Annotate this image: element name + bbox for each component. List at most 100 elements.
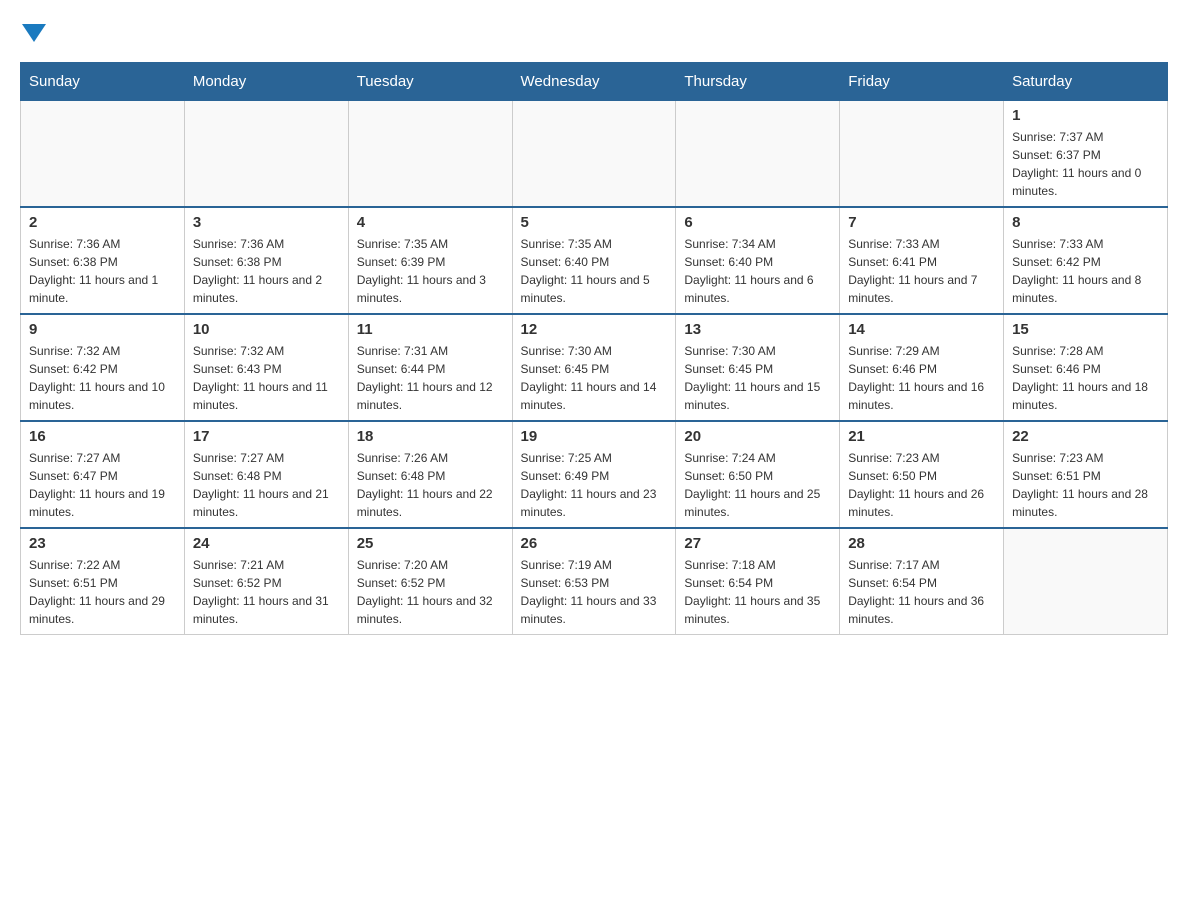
calendar-week-row: 16 Sunrise: 7:27 AMSunset: 6:47 PMDayligh… xyxy=(21,421,1168,528)
calendar-cell: 14 Sunrise: 7:29 AMSunset: 6:46 PMDayligh… xyxy=(840,314,1004,421)
day-number: 18 xyxy=(357,428,504,445)
calendar-week-row: 9 Sunrise: 7:32 AMSunset: 6:42 PMDaylight… xyxy=(21,314,1168,421)
day-number: 20 xyxy=(684,428,831,445)
day-info: Sunrise: 7:20 AMSunset: 6:52 PMDaylight:… xyxy=(357,556,504,628)
day-of-week-header: Wednesday xyxy=(512,63,676,101)
day-info: Sunrise: 7:25 AMSunset: 6:49 PMDaylight:… xyxy=(521,449,668,521)
day-info: Sunrise: 7:36 AMSunset: 6:38 PMDaylight:… xyxy=(193,235,340,307)
day-info: Sunrise: 7:22 AMSunset: 6:51 PMDaylight:… xyxy=(29,556,176,628)
calendar-cell: 7 Sunrise: 7:33 AMSunset: 6:41 PMDaylight… xyxy=(840,207,1004,314)
day-info: Sunrise: 7:32 AMSunset: 6:43 PMDaylight:… xyxy=(193,342,340,414)
day-info: Sunrise: 7:29 AMSunset: 6:46 PMDaylight:… xyxy=(848,342,995,414)
calendar-cell: 1 Sunrise: 7:37 AMSunset: 6:37 PMDaylight… xyxy=(1004,101,1168,208)
calendar-cell: 28Sunrise: 7:17 AMSunset: 6:54 PMDayligh… xyxy=(840,528,1004,635)
day-info: Sunrise: 7:30 AMSunset: 6:45 PMDaylight:… xyxy=(521,342,668,414)
day-number: 10 xyxy=(193,321,340,338)
day-number: 21 xyxy=(848,428,995,445)
calendar-week-row: 1 Sunrise: 7:37 AMSunset: 6:37 PMDaylight… xyxy=(21,101,1168,208)
day-of-week-header: Sunday xyxy=(21,63,185,101)
calendar-cell: 9 Sunrise: 7:32 AMSunset: 6:42 PMDaylight… xyxy=(21,314,185,421)
day-info: Sunrise: 7:19 AMSunset: 6:53 PMDaylight:… xyxy=(521,556,668,628)
day-info: Sunrise: 7:30 AMSunset: 6:45 PMDaylight:… xyxy=(684,342,831,414)
day-number: 24 xyxy=(193,535,340,552)
calendar-cell: 5 Sunrise: 7:35 AMSunset: 6:40 PMDaylight… xyxy=(512,207,676,314)
day-info: Sunrise: 7:37 AMSunset: 6:37 PMDaylight:… xyxy=(1012,128,1159,200)
day-number: 22 xyxy=(1012,428,1159,445)
day-of-week-header: Thursday xyxy=(676,63,840,101)
day-number: 6 xyxy=(684,214,831,231)
day-info: Sunrise: 7:33 AMSunset: 6:41 PMDaylight:… xyxy=(848,235,995,307)
calendar-cell: 25 Sunrise: 7:20 AMSunset: 6:52 PMDayligh… xyxy=(348,528,512,635)
calendar-cell xyxy=(21,101,185,208)
logo-arrow-icon xyxy=(22,24,46,42)
day-info: Sunrise: 7:27 AMSunset: 6:48 PMDaylight:… xyxy=(193,449,340,521)
calendar-cell: 15Sunrise: 7:28 AMSunset: 6:46 PMDayligh… xyxy=(1004,314,1168,421)
calendar-cell: 13 Sunrise: 7:30 AMSunset: 6:45 PMDayligh… xyxy=(676,314,840,421)
calendar-cell: 27 Sunrise: 7:18 AMSunset: 6:54 PMDayligh… xyxy=(676,528,840,635)
day-info: Sunrise: 7:31 AMSunset: 6:44 PMDaylight:… xyxy=(357,342,504,414)
day-number: 19 xyxy=(521,428,668,445)
day-info: Sunrise: 7:35 AMSunset: 6:40 PMDaylight:… xyxy=(521,235,668,307)
day-info: Sunrise: 7:34 AMSunset: 6:40 PMDaylight:… xyxy=(684,235,831,307)
day-number: 8 xyxy=(1012,214,1159,231)
calendar-cell xyxy=(184,101,348,208)
calendar-cell: 11Sunrise: 7:31 AMSunset: 6:44 PMDayligh… xyxy=(348,314,512,421)
day-number: 26 xyxy=(521,535,668,552)
day-number: 7 xyxy=(848,214,995,231)
day-number: 14 xyxy=(848,321,995,338)
logo xyxy=(20,20,46,42)
day-info: Sunrise: 7:24 AMSunset: 6:50 PMDaylight:… xyxy=(684,449,831,521)
day-number: 27 xyxy=(684,535,831,552)
calendar-header-row: SundayMondayTuesdayWednesdayThursdayFrid… xyxy=(21,63,1168,101)
calendar-cell: 8 Sunrise: 7:33 AMSunset: 6:42 PMDaylight… xyxy=(1004,207,1168,314)
calendar-cell xyxy=(1004,528,1168,635)
day-number: 25 xyxy=(357,535,504,552)
calendar-cell: 24 Sunrise: 7:21 AMSunset: 6:52 PMDayligh… xyxy=(184,528,348,635)
day-number: 4 xyxy=(357,214,504,231)
calendar-cell: 18 Sunrise: 7:26 AMSunset: 6:48 PMDayligh… xyxy=(348,421,512,528)
calendar-cell xyxy=(840,101,1004,208)
day-info: Sunrise: 7:36 AMSunset: 6:38 PMDaylight:… xyxy=(29,235,176,307)
calendar-cell: 20 Sunrise: 7:24 AMSunset: 6:50 PMDayligh… xyxy=(676,421,840,528)
day-number: 15 xyxy=(1012,321,1159,338)
day-of-week-header: Tuesday xyxy=(348,63,512,101)
calendar-cell: 4 Sunrise: 7:35 AMSunset: 6:39 PMDaylight… xyxy=(348,207,512,314)
day-number: 16 xyxy=(29,428,176,445)
day-number: 17 xyxy=(193,428,340,445)
day-info: Sunrise: 7:23 AMSunset: 6:50 PMDaylight:… xyxy=(848,449,995,521)
calendar-cell: 6 Sunrise: 7:34 AMSunset: 6:40 PMDaylight… xyxy=(676,207,840,314)
calendar-table: SundayMondayTuesdayWednesdayThursdayFrid… xyxy=(20,62,1168,635)
day-of-week-header: Friday xyxy=(840,63,1004,101)
day-number: 1 xyxy=(1012,107,1159,124)
day-info: Sunrise: 7:26 AMSunset: 6:48 PMDaylight:… xyxy=(357,449,504,521)
calendar-cell xyxy=(512,101,676,208)
day-info: Sunrise: 7:35 AMSunset: 6:39 PMDaylight:… xyxy=(357,235,504,307)
day-info: Sunrise: 7:27 AMSunset: 6:47 PMDaylight:… xyxy=(29,449,176,521)
calendar-cell: 21 Sunrise: 7:23 AMSunset: 6:50 PMDayligh… xyxy=(840,421,1004,528)
day-number: 3 xyxy=(193,214,340,231)
day-of-week-header: Saturday xyxy=(1004,63,1168,101)
day-info: Sunrise: 7:21 AMSunset: 6:52 PMDaylight:… xyxy=(193,556,340,628)
day-info: Sunrise: 7:33 AMSunset: 6:42 PMDaylight:… xyxy=(1012,235,1159,307)
calendar-cell: 16 Sunrise: 7:27 AMSunset: 6:47 PMDayligh… xyxy=(21,421,185,528)
calendar-cell: 12 Sunrise: 7:30 AMSunset: 6:45 PMDayligh… xyxy=(512,314,676,421)
calendar-cell: 10 Sunrise: 7:32 AMSunset: 6:43 PMDayligh… xyxy=(184,314,348,421)
day-of-week-header: Monday xyxy=(184,63,348,101)
calendar-cell: 17 Sunrise: 7:27 AMSunset: 6:48 PMDayligh… xyxy=(184,421,348,528)
day-number: 5 xyxy=(521,214,668,231)
day-number: 9 xyxy=(29,321,176,338)
calendar-cell: 22 Sunrise: 7:23 AMSunset: 6:51 PMDayligh… xyxy=(1004,421,1168,528)
calendar-cell: 2Sunrise: 7:36 AMSunset: 6:38 PMDaylight… xyxy=(21,207,185,314)
day-info: Sunrise: 7:32 AMSunset: 6:42 PMDaylight:… xyxy=(29,342,176,414)
page-header xyxy=(20,20,1168,42)
calendar-cell xyxy=(348,101,512,208)
calendar-cell: 23 Sunrise: 7:22 AMSunset: 6:51 PMDayligh… xyxy=(21,528,185,635)
day-info: Sunrise: 7:18 AMSunset: 6:54 PMDaylight:… xyxy=(684,556,831,628)
day-info: Sunrise: 7:23 AMSunset: 6:51 PMDaylight:… xyxy=(1012,449,1159,521)
day-number: 13 xyxy=(684,321,831,338)
day-number: 12 xyxy=(521,321,668,338)
calendar-cell xyxy=(676,101,840,208)
calendar-week-row: 23 Sunrise: 7:22 AMSunset: 6:51 PMDayligh… xyxy=(21,528,1168,635)
calendar-cell: 19 Sunrise: 7:25 AMSunset: 6:49 PMDayligh… xyxy=(512,421,676,528)
day-number: 23 xyxy=(29,535,176,552)
